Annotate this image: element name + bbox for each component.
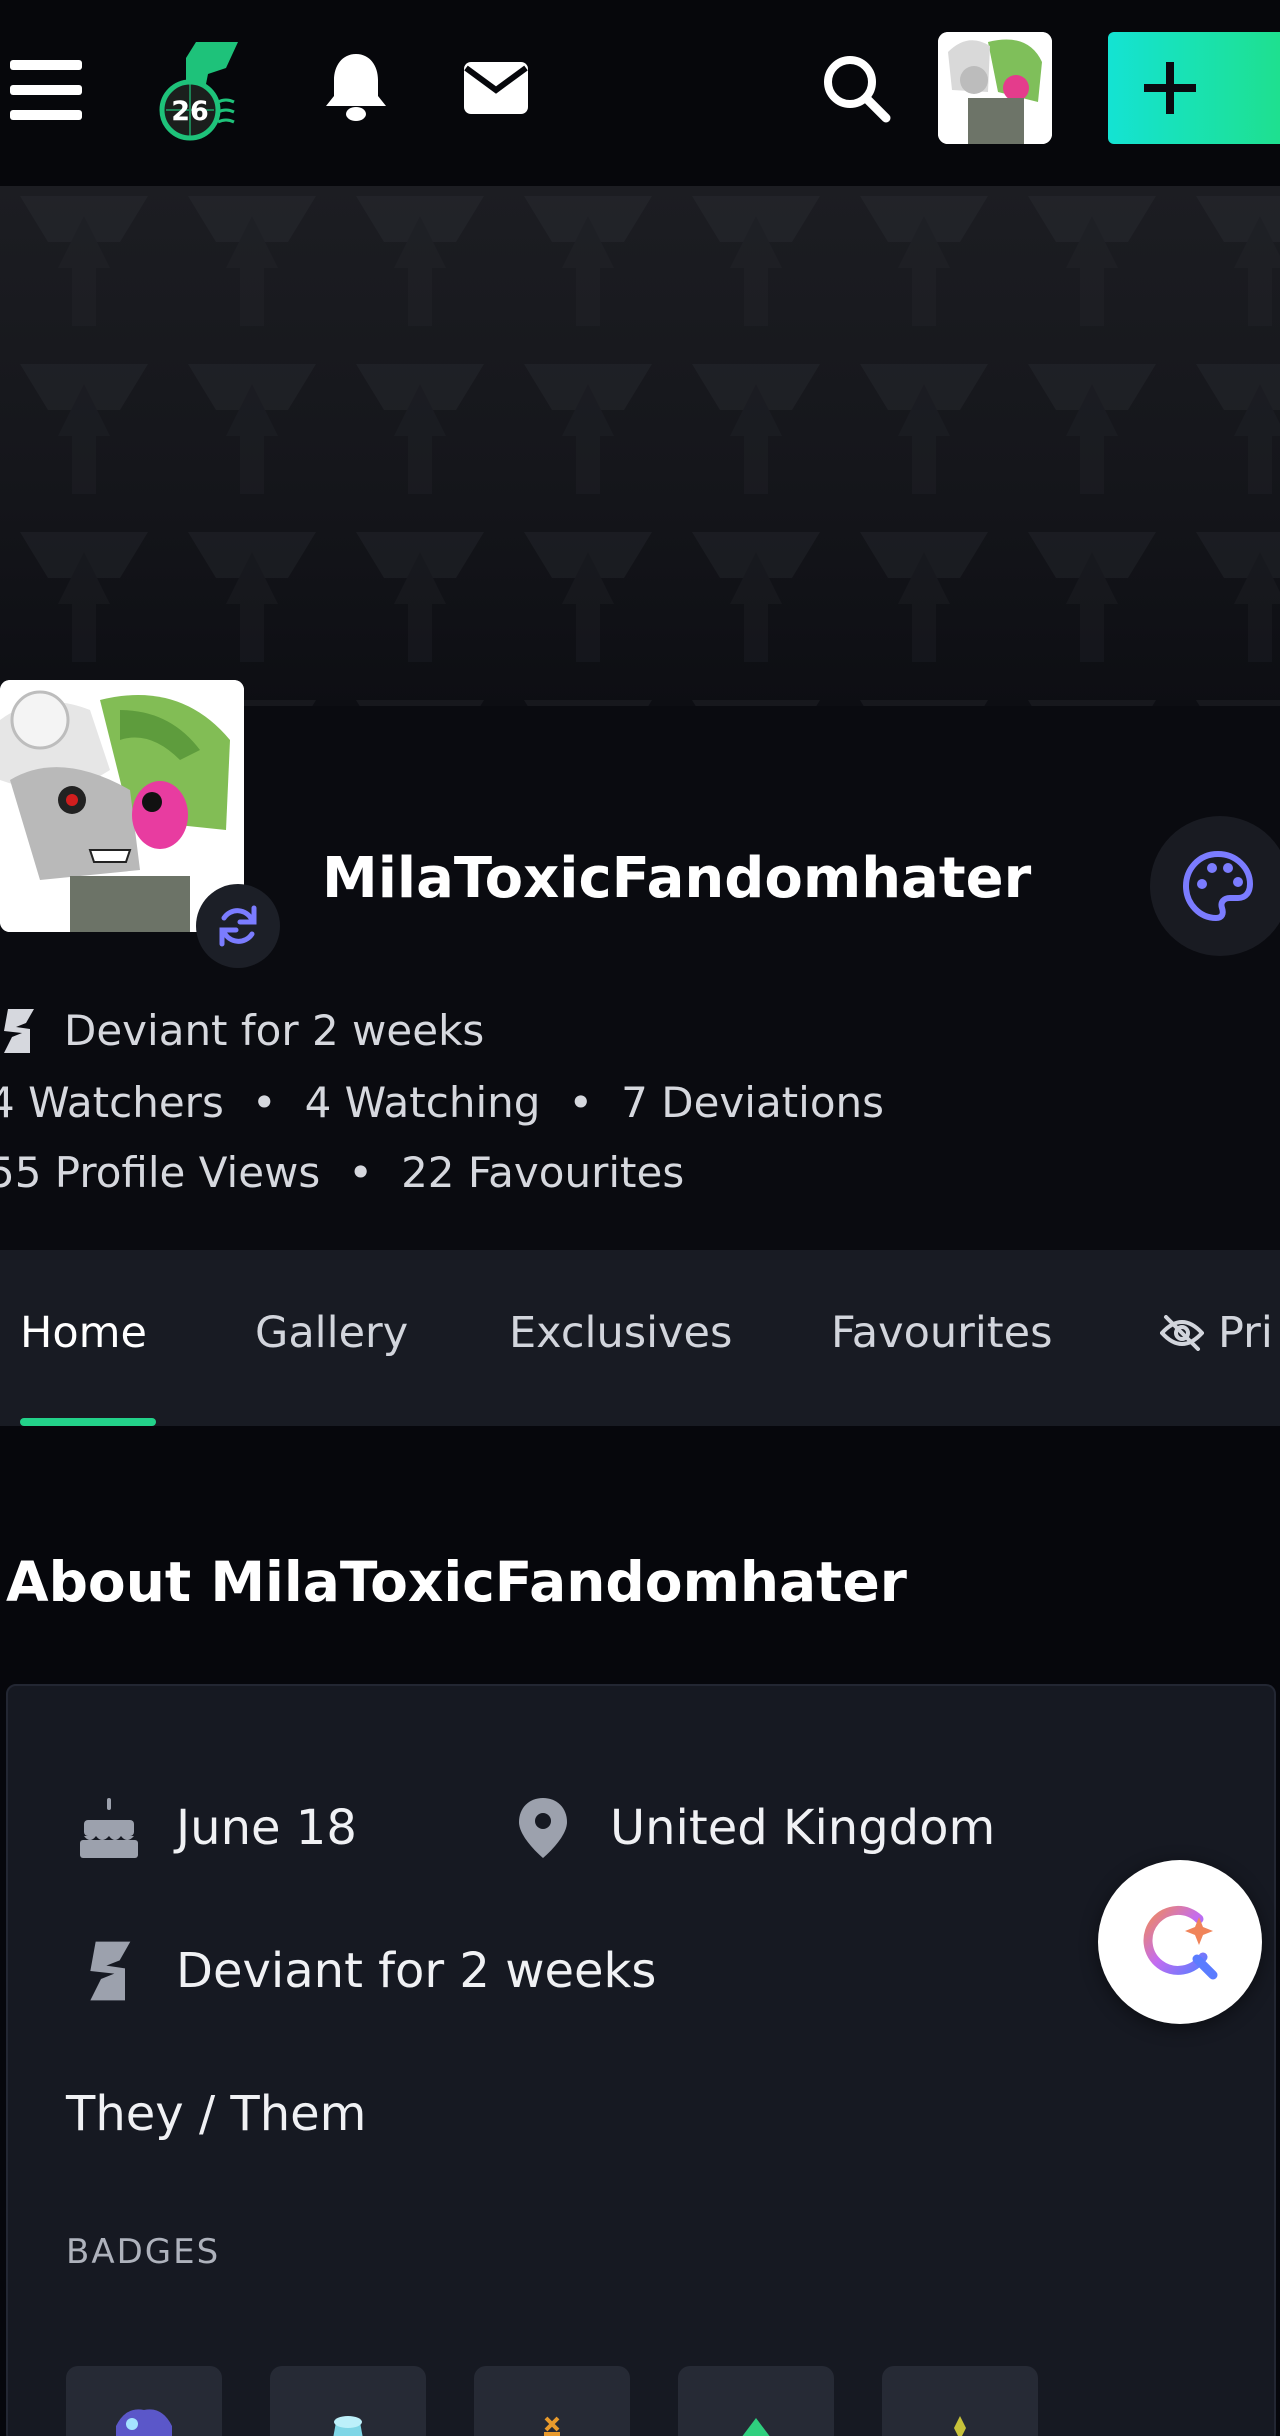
badge-item[interactable] [882, 2366, 1038, 2436]
mail-icon[interactable] [462, 60, 530, 116]
eye-off-icon [1160, 1315, 1204, 1351]
location-text: United Kingdom [610, 1800, 996, 1856]
birthday-text: June 18 [176, 1800, 357, 1856]
logo-badge-text: 26 [171, 96, 209, 127]
location-row: United Kingdom [508, 1796, 995, 1860]
about-section: About MilaToxicFandomhater June 18 Unite [0, 1426, 1280, 2436]
badges-heading: BADGES [66, 2232, 221, 2272]
menu-icon[interactable] [10, 56, 84, 122]
pronouns-text: They / Them [66, 2086, 367, 2142]
badge-item[interactable] [66, 2366, 222, 2436]
deviantart-logo-icon[interactable]: 26 [156, 40, 246, 145]
location-pin-icon [508, 1796, 578, 1860]
plus-icon [1144, 62, 1196, 114]
refresh-avatar-button[interactable] [196, 884, 280, 968]
profile-username: MilaToxicFandomhater [322, 846, 1032, 911]
deviant-duration-text: Deviant for 2 weeks [176, 1943, 657, 1999]
profile-avatar[interactable] [0, 680, 244, 932]
theme-palette-button[interactable] [1150, 816, 1280, 956]
profile-tabs: Home Gallery Exclusives Favourites Pri [0, 1250, 1280, 1426]
profile-header: MilaToxicFandomhater Deviant for 2 weeks… [0, 680, 1280, 1250]
separator-dot: • [568, 1078, 594, 1127]
watchers-link[interactable]: 4 Watchers [0, 1078, 224, 1127]
tab-private-label: Pri [1218, 1308, 1273, 1358]
deviantart-icon [4, 1008, 34, 1053]
deviantart-icon [74, 1938, 144, 2004]
active-tab-indicator [20, 1418, 156, 1426]
deviations-link[interactable]: 7 Deviations [621, 1078, 884, 1127]
refresh-icon [219, 905, 257, 947]
deviant-duration-text: Deviant for 2 weeks [64, 1006, 485, 1055]
tab-favourites[interactable]: Favourites [831, 1308, 1053, 1358]
badge-item[interactable] [678, 2366, 834, 2436]
tab-private[interactable]: Pri [1160, 1308, 1273, 1358]
view-stats: 55 Profile Views • 22 Favourites [0, 1148, 684, 1197]
top-navigation-bar: 26 [0, 0, 1280, 186]
bell-icon[interactable] [322, 50, 390, 122]
deviant-duration: Deviant for 2 weeks [0, 1006, 484, 1055]
tab-exclusives[interactable]: Exclusives [509, 1308, 732, 1358]
separator-dot: • [251, 1078, 277, 1127]
about-card: June 18 United Kingdom Deviant for 2 wee… [6, 1684, 1276, 2436]
cake-icon [74, 1796, 144, 1860]
tab-gallery[interactable]: Gallery [255, 1308, 408, 1358]
watching-link[interactable]: 4 Watching [305, 1078, 541, 1127]
favourites-count[interactable]: 22 Favourites [401, 1148, 684, 1197]
watch-stats: 4 Watchers • 4 Watching • 7 Deviations [0, 1078, 884, 1127]
create-button[interactable] [1108, 32, 1280, 144]
sparkle-search-icon [1143, 1905, 1218, 1980]
about-title: About MilaToxicFandomhater [6, 1550, 907, 1614]
deviant-duration-row: Deviant for 2 weeks [74, 1938, 656, 2004]
assistant-fab[interactable] [1098, 1860, 1262, 2024]
badge-item[interactable] [270, 2366, 426, 2436]
palette-icon [1182, 850, 1254, 922]
birthday-row: June 18 [74, 1796, 357, 1860]
separator-dot: • [348, 1148, 374, 1197]
profile-views-count: 55 Profile Views [0, 1148, 321, 1197]
badge-item[interactable] [474, 2366, 630, 2436]
tab-home[interactable]: Home [20, 1308, 147, 1358]
user-avatar[interactable] [938, 32, 1052, 144]
profile-banner [0, 186, 1280, 706]
search-icon[interactable] [820, 52, 892, 124]
